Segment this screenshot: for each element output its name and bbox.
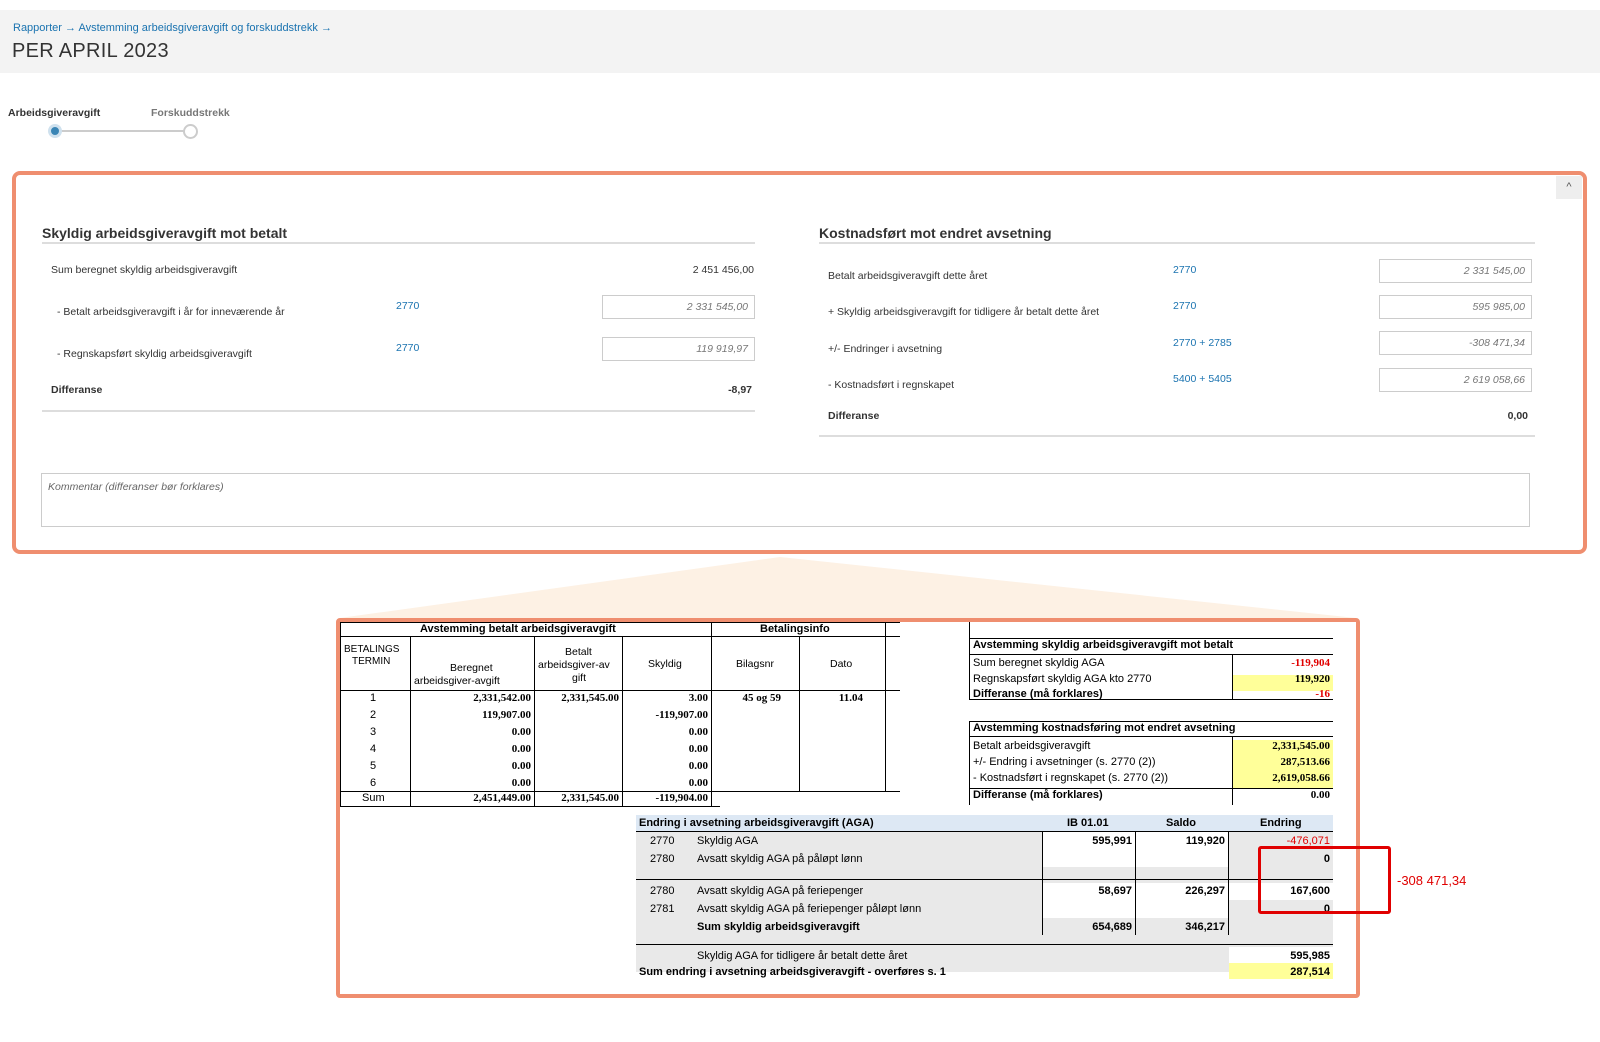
beregnet-cell: 119,907.00 [482,709,531,721]
e-label: Avsatt skyldig AGA på feriepenger [697,885,864,897]
e-col-saldo: Saldo [1166,817,1196,829]
r1-value: -16 [1315,688,1330,700]
col-betalt: arbeidsgiver-av [538,659,610,671]
e-col-endring: Endring [1260,817,1302,829]
e-prev-value: 595,985 [1290,950,1330,962]
bilag-cell: 45 og 59 [742,692,782,704]
r1-value: 119,920 [1294,673,1330,685]
col-betalt: Betalt [565,646,592,658]
annotation-highlight-box [1258,846,1391,914]
e-sum-label: Sum skyldig arbeidsgiveravgift [697,921,860,933]
betalt-cell: 2,331,545.00 [561,692,619,704]
e-title: Endring i avsetning arbeidsgiveravgift (… [639,817,874,829]
termin-cell: 1 [370,692,377,704]
r1-label: Differanse (må forklares) [973,688,1103,700]
r1-value: -119,904 [1291,657,1330,669]
e-label: Avsatt skyldig AGA på feriepenger påløpt… [697,903,922,915]
col-skyldig: Skyldig [648,658,682,670]
r2-label: Differanse (må forklares) [973,789,1103,801]
e-total-value: 287,514 [1290,966,1330,978]
r2-title: Avstemming kostnadsføring mot endret avs… [973,722,1236,734]
beregnet-cell: 0.00 [511,777,531,789]
e-saldo: 119,920 [1185,835,1225,847]
r2-label: Betalt arbeidsgiveravgift [973,740,1091,752]
sheet-avstemming-header: Avstemming betalt arbeidsgiveravgift [420,623,616,635]
r2-label: +/- Endring i avsetninger (s. 2770 (2)) [973,756,1156,768]
e-account: 2770 [650,835,675,847]
sheet-betalingsinfo-header: Betalingsinfo [760,623,830,635]
col-betalt: gift [572,672,587,684]
e-total-label: Sum endring i avsetning arbeidsgiveravgi… [639,966,946,978]
beregnet-cell: 0.00 [511,726,531,738]
skyldig-cell: 0.00 [688,760,708,772]
e-ib: 58,697 [1098,885,1132,897]
skyldig-cell: 0.00 [688,777,708,789]
e-label: Avsatt skyldig AGA på påløpt lønn [697,853,863,865]
col-bilagsnr: Bilagsnr [736,658,774,670]
beregnet-cell: 0.00 [511,743,531,755]
r2-value: 2,331,545.00 [1272,740,1330,752]
sum-beregnet: 2,451,449.00 [473,792,531,804]
r1-label: Sum beregnet skyldig AGA [973,657,1105,669]
skyldig-cell: 0.00 [688,726,708,738]
r2-value: 287,513.66 [1280,756,1331,768]
e-label: Skyldig AGA [697,835,759,847]
annotation-value: -308 471,34 [1397,873,1467,888]
e-account: 2780 [650,853,675,865]
e-saldo: 226,297 [1185,885,1225,897]
termin-cell: 4 [370,743,377,755]
sum-betalt: 2,331,545.00 [561,792,619,804]
e-ib: 595,991 [1092,835,1132,847]
termin-cell: 2 [370,709,377,721]
e-prev-label: Skyldig AGA for tidligere år betalt dett… [697,950,908,962]
col-termin: BETALINGS [344,644,400,655]
e-sum-saldo: 346,217 [1185,921,1225,933]
skyldig-cell: 3.00 [688,692,708,704]
termin-cell: 3 [370,726,377,738]
col-beregnet: Beregnet [450,662,493,674]
r2-label: - Kostnadsført i regnskapet (s. 2770 (2)… [973,772,1169,784]
sum-skyldig: -119,904.00 [655,792,708,804]
spreadsheet-excerpt: Avstemming betalt arbeidsgiveravgift Bet… [336,618,1360,998]
skyldig-cell: -119,907.00 [655,709,708,721]
e-sum-ib: 654,689 [1092,921,1132,933]
r1-title: Avstemming skyldig arbeidsgiveravgift mo… [973,639,1233,651]
r1-label: Regnskapsført skyldig AGA kto 2770 [973,673,1152,685]
dato-cell: 11.04 [838,692,863,704]
r2-value: 0.00 [1310,789,1330,801]
e-account: 2781 [650,903,675,915]
termin-cell: 6 [370,777,377,789]
beregnet-cell: 2,331,542.00 [473,692,531,704]
sum-label: Sum [362,792,385,804]
termin-cell: 5 [370,760,377,772]
col-beregnet: arbeidsgiver-avgift [414,675,500,687]
col-dato: Dato [830,658,853,670]
e-col-ib: IB 01.01 [1067,817,1109,829]
skyldig-cell: 0.00 [688,743,708,755]
beregnet-cell: 0.00 [511,760,531,772]
e-account: 2780 [650,885,675,897]
col-termin: TERMIN [352,656,391,667]
r2-value: 2,619,058.66 [1272,772,1330,784]
